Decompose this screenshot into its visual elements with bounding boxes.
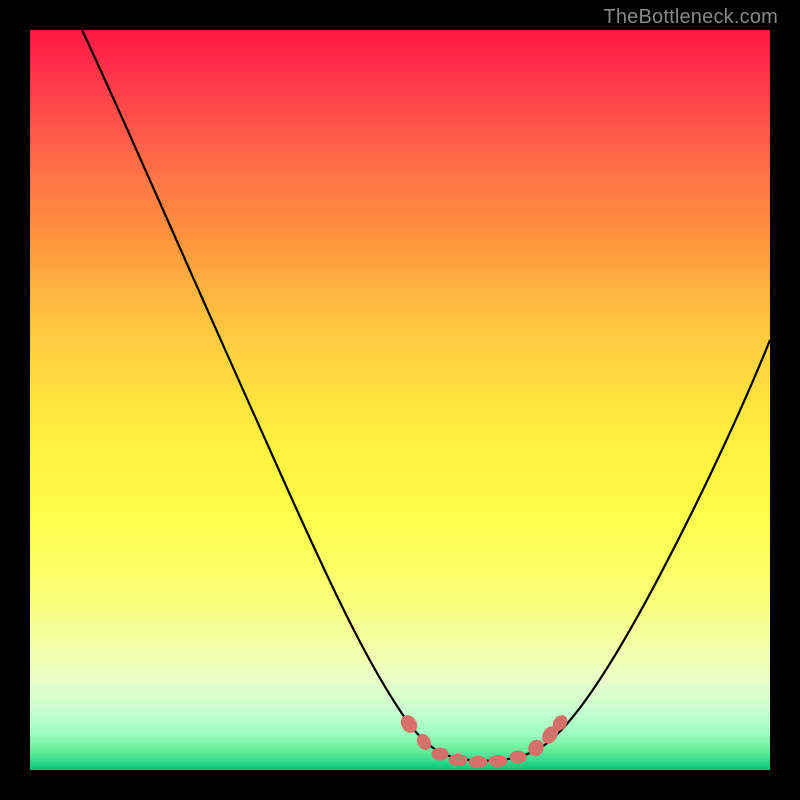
- bottleneck-curve-path: [82, 30, 770, 761]
- watermark-text: TheBottleneck.com: [603, 6, 778, 29]
- flat-region-markers: [398, 713, 570, 768]
- chart-frame: TheBottleneck.com: [0, 0, 800, 800]
- plot-area: [30, 30, 770, 770]
- curve-svg: [30, 30, 770, 770]
